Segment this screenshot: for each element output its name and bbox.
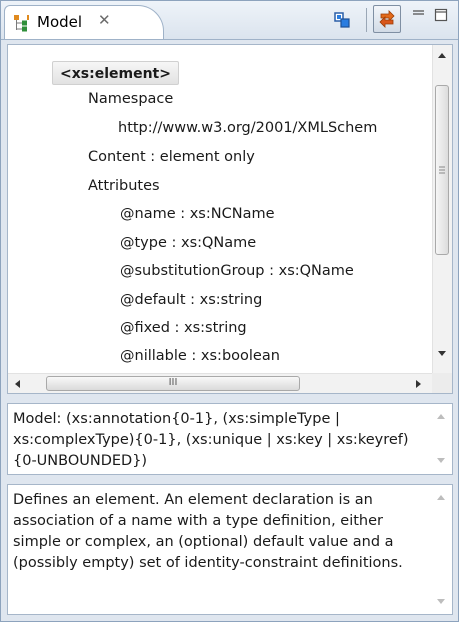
tree-attribute-type[interactable]: @type : xs:QName xyxy=(120,235,256,251)
documentation-pane: Defines an element. An element declarati… xyxy=(7,484,453,615)
tree-content[interactable]: Content : element only xyxy=(88,149,255,165)
model-content-text: Model: (xs:annotation{0-1}, (xs:simpleTy… xyxy=(13,411,409,469)
model-tree-icon xyxy=(13,14,33,32)
tree-horizontal-scrollbar[interactable]: III xyxy=(8,373,432,393)
scroll-down-icon[interactable] xyxy=(437,458,445,463)
scroll-down-icon[interactable] xyxy=(438,351,446,356)
tree-root-element[interactable]: <xs:element> xyxy=(52,61,179,85)
link-with-editor-icon[interactable] xyxy=(331,9,353,31)
tab-model[interactable]: Model ✕ xyxy=(4,5,164,39)
tab-title: Model xyxy=(37,13,83,31)
view-tab-bar: Model ✕ xyxy=(1,1,458,40)
tree-attribute-nillable[interactable]: @nillable : xs:boolean xyxy=(120,348,280,364)
scroll-down-icon[interactable] xyxy=(437,599,445,604)
model-content-pane: Model: (xs:annotation{0-1}, (xs:simpleTy… xyxy=(7,403,453,475)
close-icon[interactable]: ✕ xyxy=(98,11,111,29)
model-content-scrollbar[interactable] xyxy=(432,404,452,474)
tree-horizontal-scroll-thumb[interactable]: III xyxy=(46,376,300,391)
tree-vertical-scrollbar[interactable] xyxy=(432,45,452,373)
scroll-left-icon[interactable] xyxy=(15,380,20,388)
documentation-scrollbar[interactable] xyxy=(432,485,452,614)
tree-attribute-fixed[interactable]: @fixed : xs:string xyxy=(120,320,247,336)
minimize-icon[interactable] xyxy=(411,7,433,29)
scroll-up-icon[interactable] xyxy=(438,53,446,58)
scroll-up-icon[interactable] xyxy=(437,414,445,419)
tree-vertical-scroll-thumb[interactable] xyxy=(435,85,449,255)
tree-attribute-name[interactable]: @name : xs:NCName xyxy=(120,206,275,222)
toolbar-separator xyxy=(366,8,367,32)
tree-attribute-substitutiongroup[interactable]: @substitutionGroup : xs:QName xyxy=(120,263,354,279)
scroll-up-icon[interactable] xyxy=(437,495,445,500)
documentation-text: Defines an element. An element declarati… xyxy=(13,492,403,571)
tree-namespace-label[interactable]: Namespace xyxy=(88,91,173,107)
model-view: Model ✕ <xs:element> Namespace http://ww… xyxy=(0,0,459,622)
scroll-right-icon[interactable] xyxy=(416,380,421,388)
tree-namespace-value[interactable]: http://www.w3.org/2001/XMLSchem xyxy=(118,120,377,136)
tree-attributes-label[interactable]: Attributes xyxy=(88,178,160,194)
synchronize-icon[interactable] xyxy=(373,5,401,33)
scrollbar-corner xyxy=(432,373,452,393)
model-tree[interactable]: <xs:element> Namespace http://www.w3.org… xyxy=(7,44,453,394)
maximize-icon[interactable] xyxy=(433,7,455,29)
tree-attribute-default[interactable]: @default : xs:string xyxy=(120,292,262,308)
